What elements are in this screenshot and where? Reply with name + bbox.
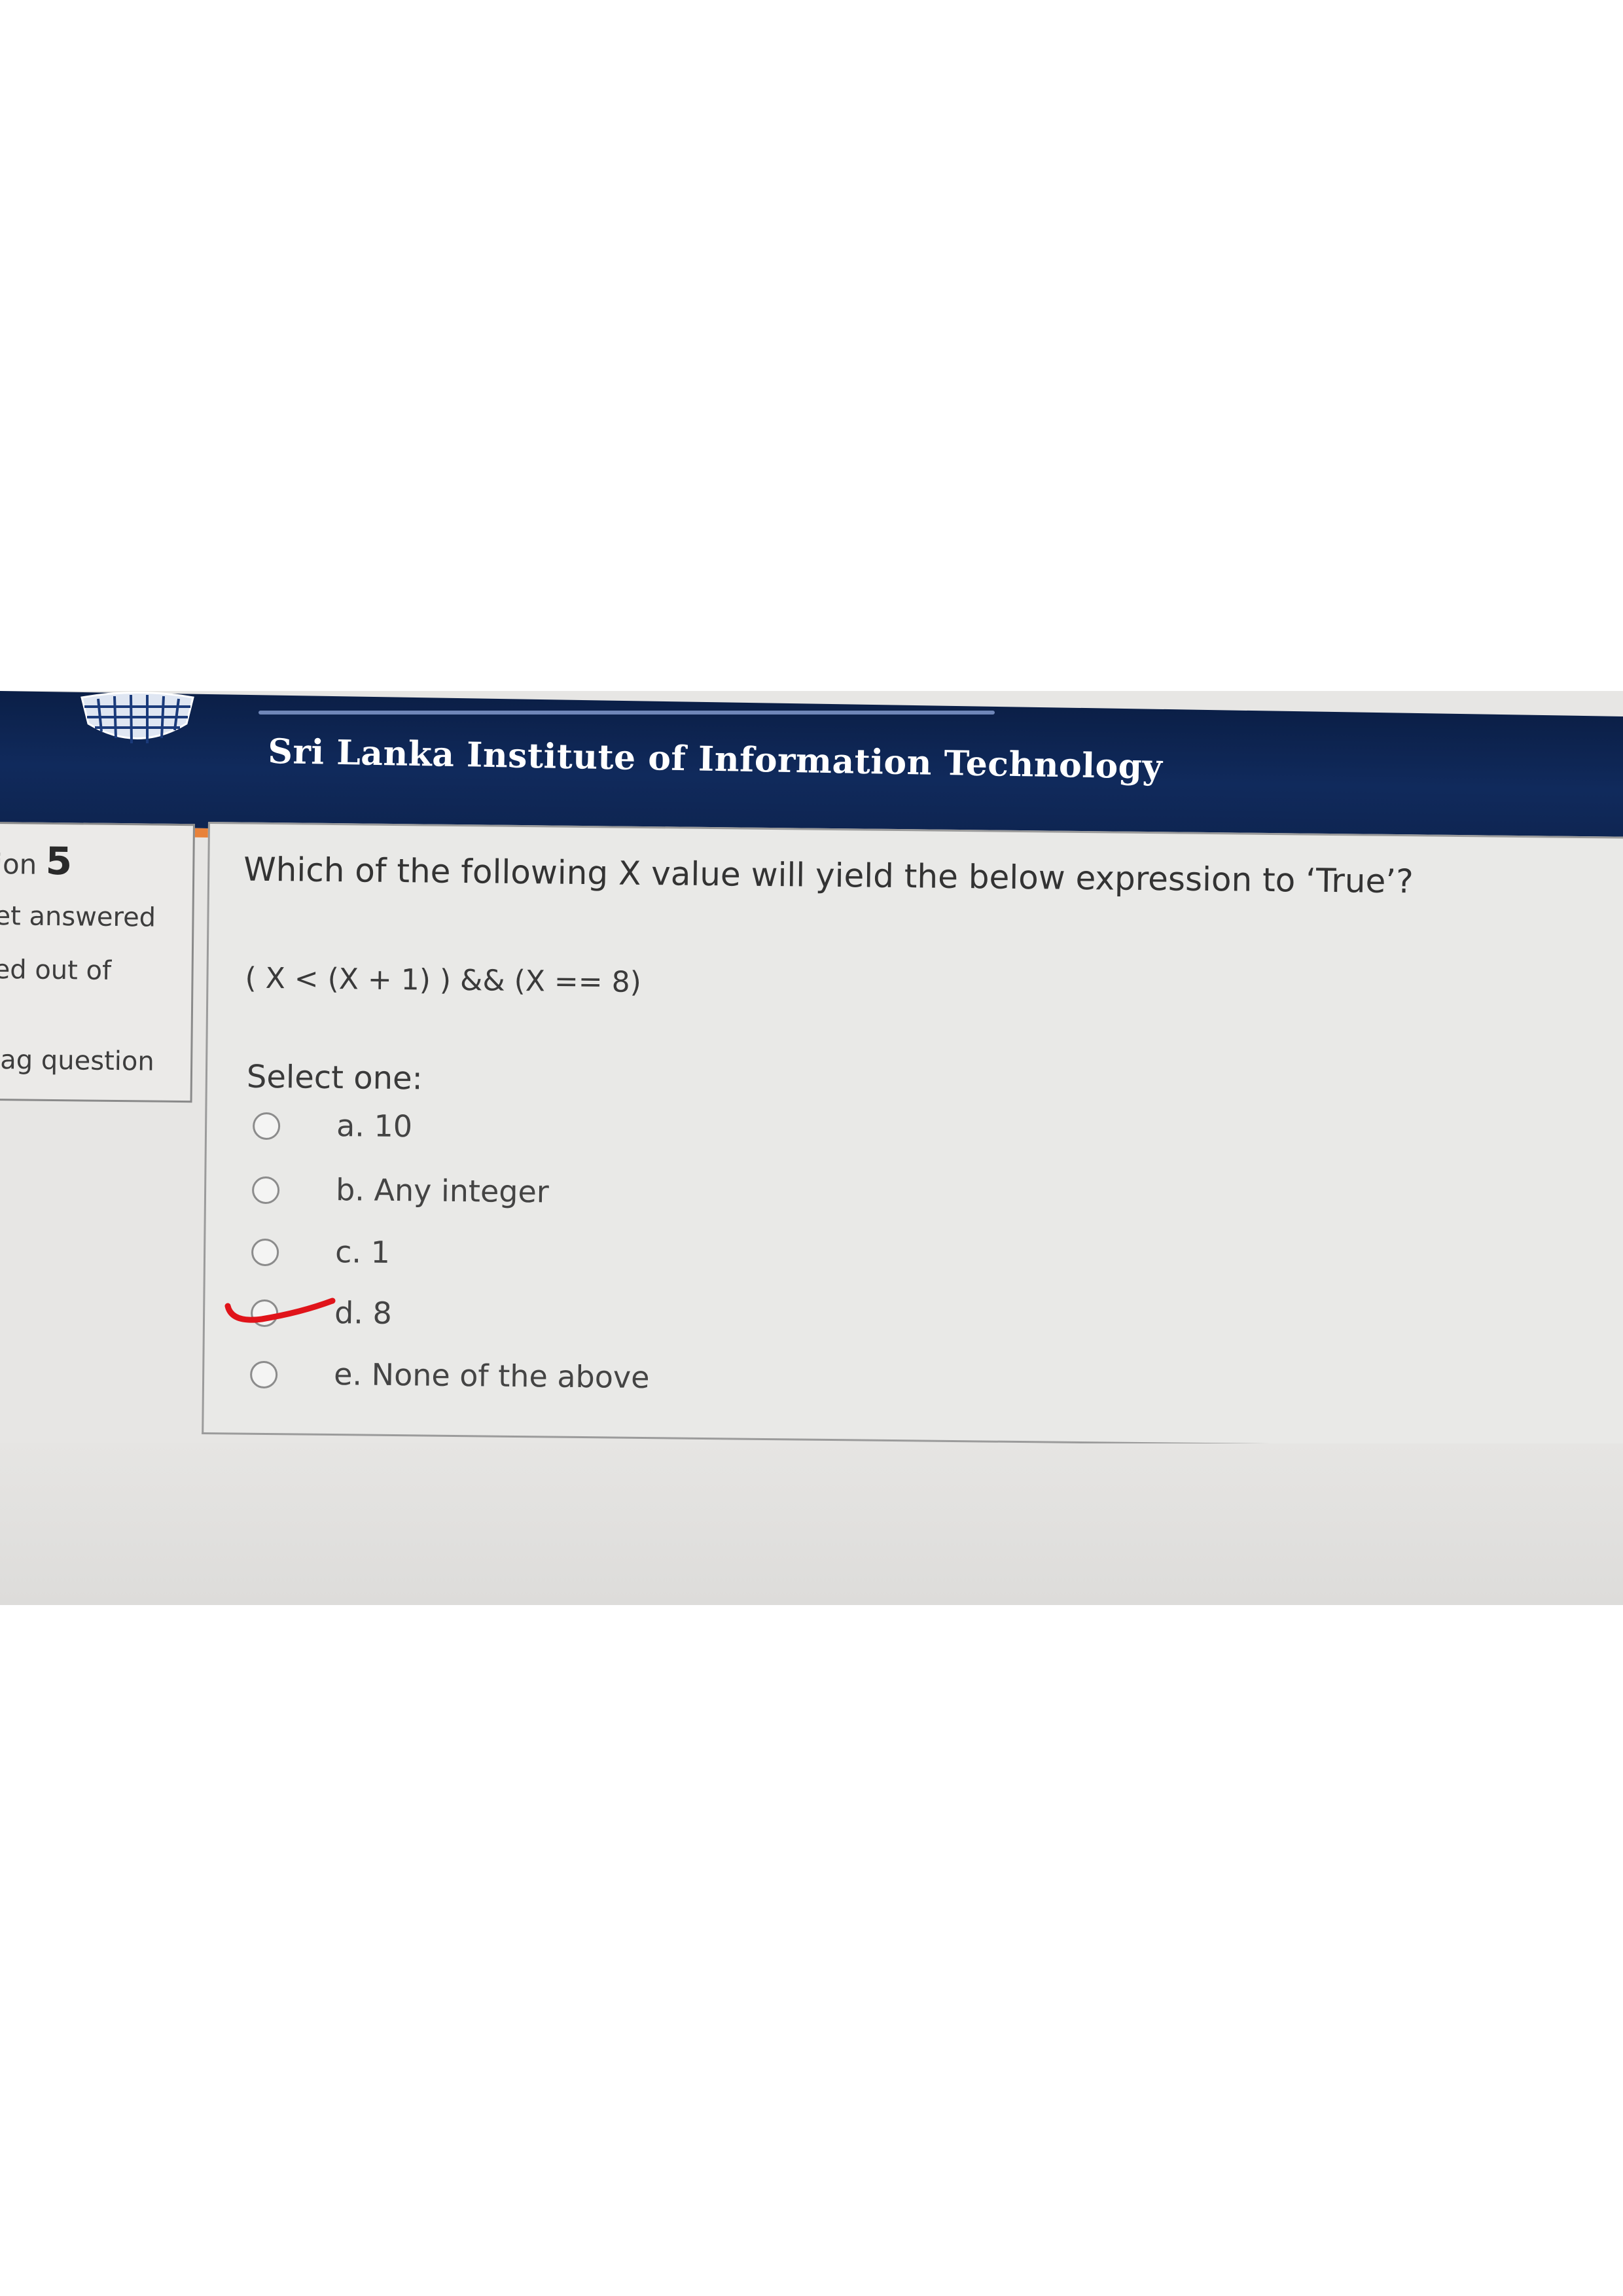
question-info-panel: ion 5 et answered ed out of lag question xyxy=(0,822,195,1103)
radio-button-icon[interactable] xyxy=(249,1360,278,1389)
question-label: ion xyxy=(0,848,37,881)
question-number: ion 5 xyxy=(0,838,72,883)
question-number-value: 5 xyxy=(45,838,73,884)
select-one-prompt: Select one: xyxy=(246,1058,423,1097)
answer-option-label: a. 10 xyxy=(336,1108,413,1144)
answer-option-label: e. None of the above xyxy=(333,1356,650,1396)
sliit-logo-icon xyxy=(80,692,194,744)
answer-option-e[interactable]: e. None of the above xyxy=(249,1356,840,1407)
flag-question-link[interactable]: lag question xyxy=(0,1045,154,1077)
header-rule xyxy=(259,711,995,715)
answer-option-label: b. Any integer xyxy=(335,1172,549,1210)
screen-bottom-area xyxy=(0,1443,1623,1605)
radio-button-icon[interactable] xyxy=(252,1112,281,1140)
question-text: Which of the following X value will yiel… xyxy=(243,850,1414,901)
red-tick-mark-icon xyxy=(224,1298,336,1323)
radio-button-icon[interactable] xyxy=(251,1176,280,1205)
answer-option-b[interactable]: b. Any integer xyxy=(251,1171,842,1223)
radio-button-icon[interactable] xyxy=(251,1238,279,1267)
answer-option-a[interactable]: a. 10 xyxy=(252,1107,842,1159)
question-marks: ed out of xyxy=(0,955,112,986)
answer-option-label: c. 1 xyxy=(334,1234,391,1270)
question-panel: Which of the following X value will yiel… xyxy=(202,822,1623,1450)
question-status: et answered xyxy=(0,901,156,933)
question-expression: ( X < (X + 1) ) && (X == 8) xyxy=(245,961,642,999)
screen-photo: Sri Lanka Institute of Information Techn… xyxy=(0,691,1623,1605)
answer-option-c[interactable]: c. 1 xyxy=(251,1233,841,1285)
